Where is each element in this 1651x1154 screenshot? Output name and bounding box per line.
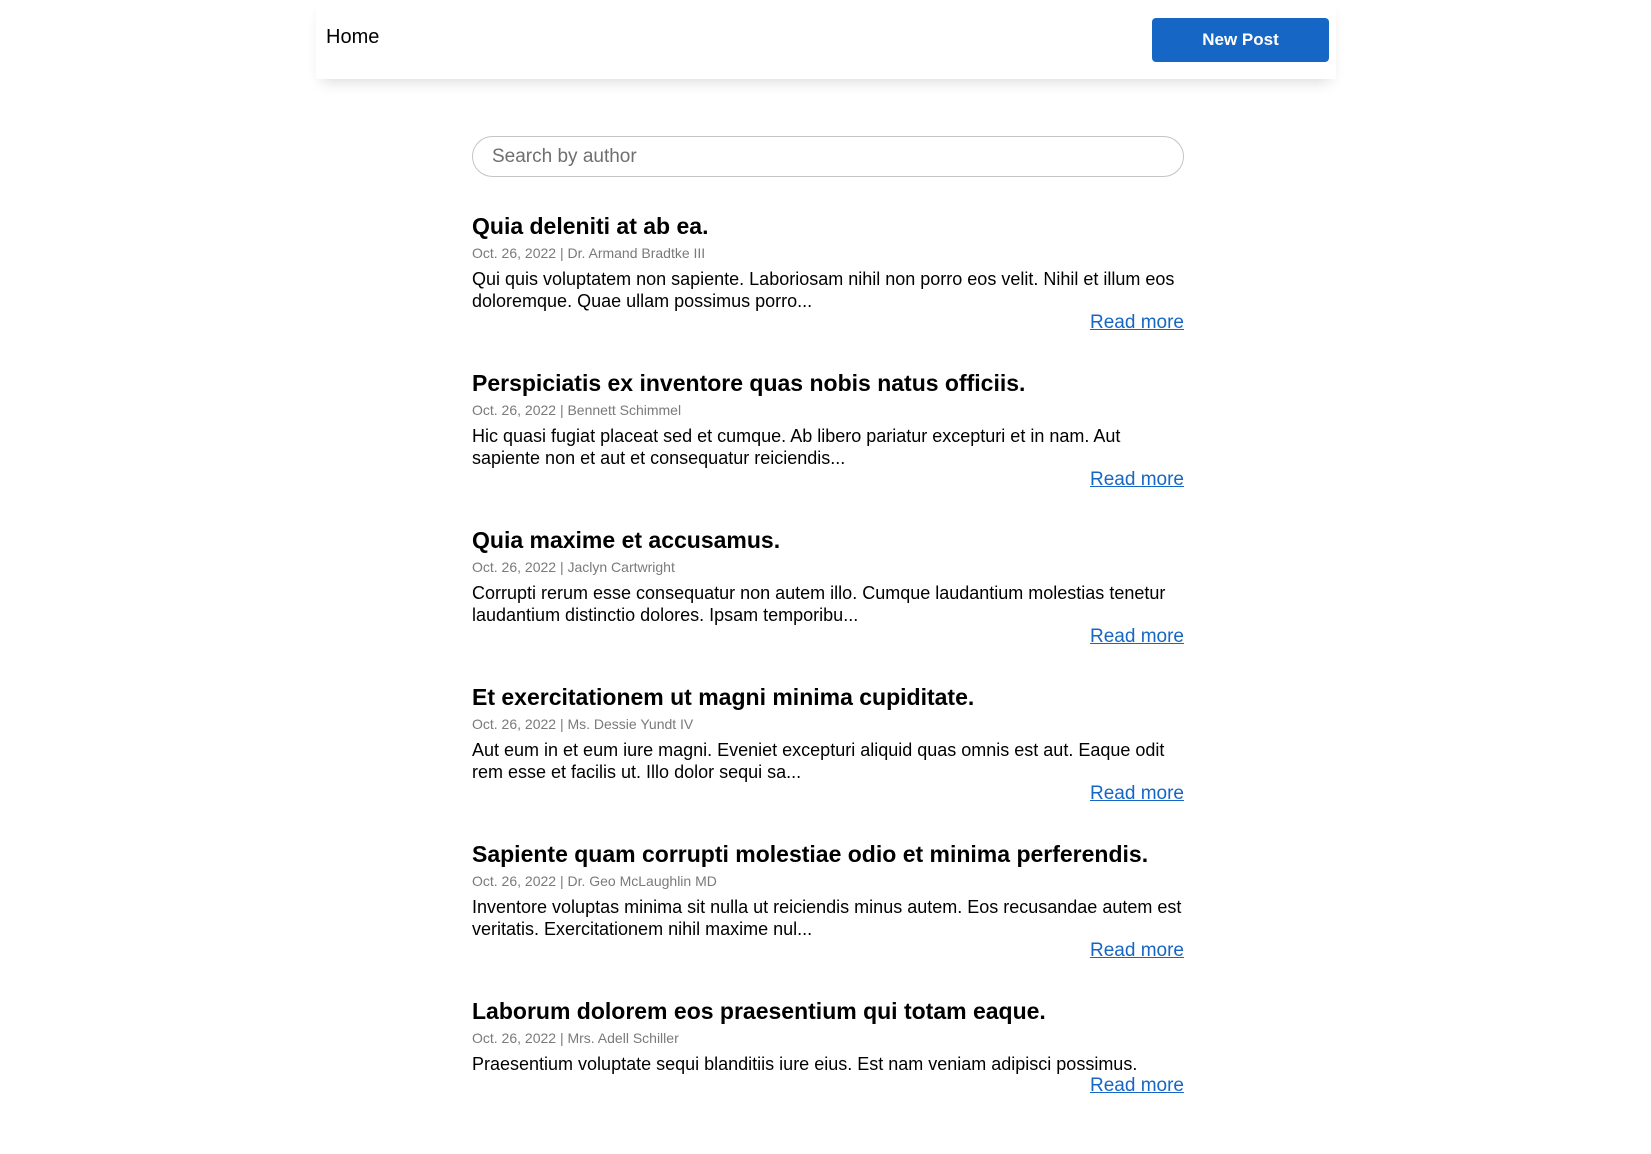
read-more-link[interactable]: Read more — [472, 469, 1184, 491]
post-meta: Oct. 26, 2022 | Mrs. Adell Schiller — [472, 1030, 679, 1046]
post-excerpt: Aut eum in et eum iure magni. Eveniet ex… — [472, 740, 1165, 782]
post-list: Quia deleniti at ab ea. Oct. 26, 2022 | … — [472, 212, 1184, 1154]
post-title: Laborum dolorem eos praesentium qui tota… — [472, 998, 1046, 1024]
post-title: Quia maxime et accusamus. — [472, 527, 781, 553]
post-excerpt: Qui quis voluptatem non sapiente. Labori… — [472, 269, 1175, 311]
post-meta: Oct. 26, 2022 | Ms. Dessie Yundt IV — [472, 716, 694, 732]
post-excerpt: Hic quasi fugiat placeat sed et cumque. … — [472, 426, 1121, 468]
read-more-link[interactable]: Read more — [472, 783, 1184, 805]
post-item: Sapiente quam corrupti molestiae odio et… — [472, 840, 1184, 997]
new-post-button[interactable]: New Post — [1152, 18, 1329, 62]
post-meta: Oct. 26, 2022 | Dr. Geo McLaughlin MD — [472, 873, 717, 889]
read-more-link[interactable]: Read more — [472, 312, 1184, 334]
top-nav: Home New Post — [316, 0, 1336, 79]
post-item: Et exercitationem ut magni minima cupidi… — [472, 683, 1184, 840]
post-title: Perspiciatis ex inventore quas nobis nat… — [472, 370, 1026, 396]
post-excerpt: Inventore voluptas minima sit nulla ut r… — [472, 897, 1182, 939]
post-meta: Oct. 26, 2022 | Dr. Armand Bradtke III — [472, 245, 706, 261]
post-title: Sapiente quam corrupti molestiae odio et… — [472, 841, 1149, 867]
read-more-link[interactable]: Read more — [472, 1075, 1184, 1097]
post-item: Quia maxime et accusamus. Oct. 26, 2022 … — [472, 526, 1184, 683]
post-meta: Oct. 26, 2022 | Jaclyn Cartwright — [472, 559, 675, 575]
post-meta: Oct. 26, 2022 | Bennett Schimmel — [472, 402, 682, 418]
post-item: Laborum dolorem eos praesentium qui tota… — [472, 997, 1184, 1154]
post-title: Et exercitationem ut magni minima cupidi… — [472, 684, 975, 710]
search-author-input[interactable] — [472, 136, 1184, 177]
post-excerpt: Praesentium voluptate sequi blanditiis i… — [472, 1054, 1138, 1074]
read-more-link[interactable]: Read more — [472, 626, 1184, 648]
post-title: Quia deleniti at ab ea. — [472, 213, 709, 239]
post-item: Perspiciatis ex inventore quas nobis nat… — [472, 369, 1184, 526]
home-link[interactable]: Home — [326, 26, 379, 49]
post-excerpt: Corrupti rerum esse consequatur non aute… — [472, 583, 1166, 625]
post-feed: Quia deleniti at ab ea. Oct. 26, 2022 | … — [472, 136, 1184, 1154]
post-item: Quia deleniti at ab ea. Oct. 26, 2022 | … — [472, 212, 1184, 369]
read-more-link[interactable]: Read more — [472, 940, 1184, 962]
